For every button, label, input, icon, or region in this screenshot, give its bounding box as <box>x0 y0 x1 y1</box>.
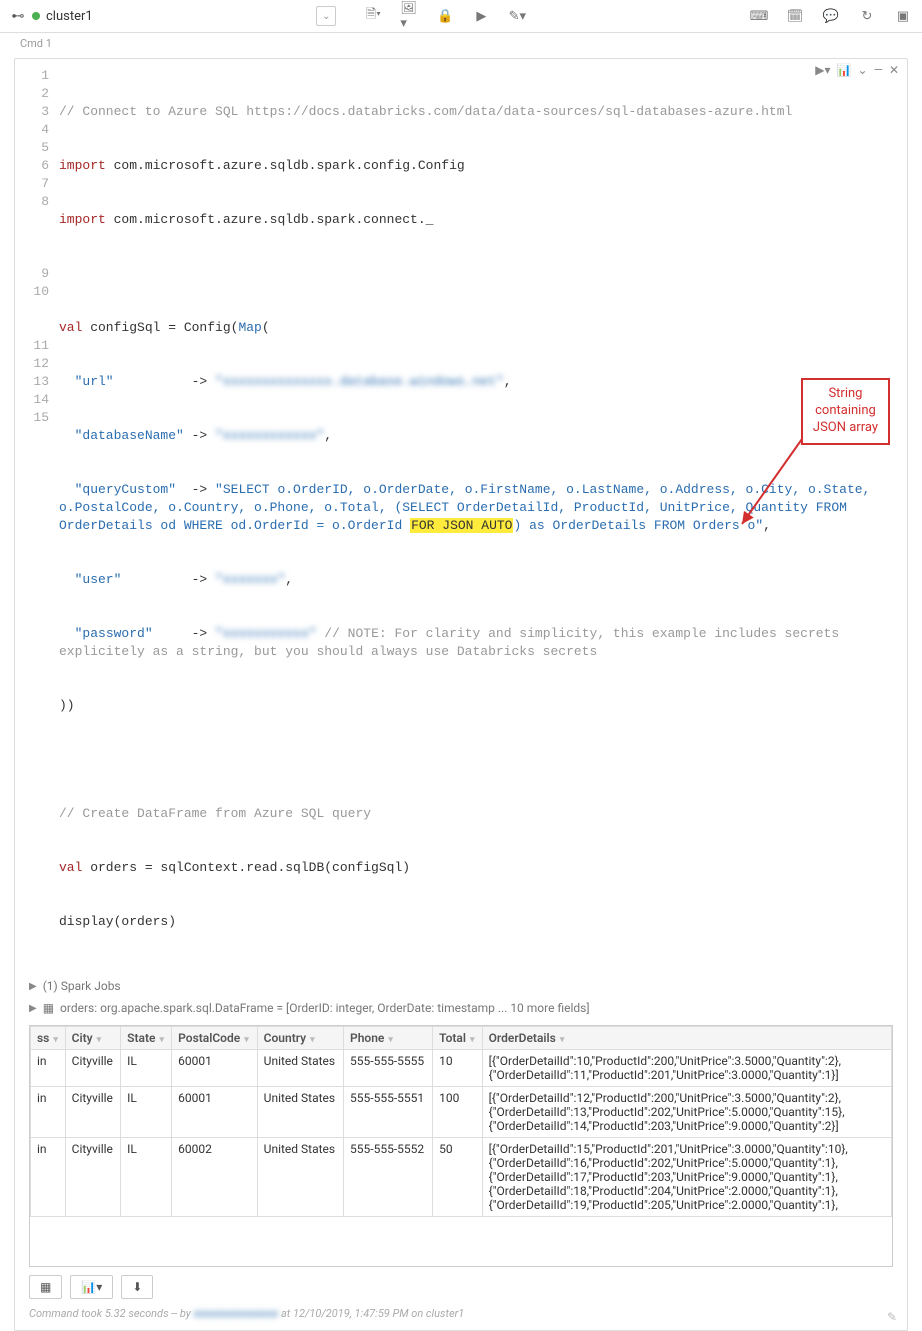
table-cell: 50 <box>433 1138 483 1217</box>
table-row: inCityvilleIL60001United States555-555-5… <box>31 1050 892 1087</box>
command-footer: Command took 5.32 seconds -- by xxxxxxxx… <box>15 1303 907 1330</box>
table-cell: Cityville <box>65 1050 121 1087</box>
code-content: // Connect to Azure SQL https://docs.dat… <box>59 67 907 967</box>
chart-icon[interactable]: 📊 <box>837 63 852 77</box>
table-cell: IL <box>121 1138 172 1217</box>
present-icon[interactable]: ▣ <box>894 7 912 25</box>
file-icon[interactable]: 🗎▾ <box>364 7 382 25</box>
table-cell: 100 <box>433 1087 483 1138</box>
spark-jobs-label: (1) Spark Jobs <box>43 979 121 993</box>
schedule-icon[interactable]: 🗓 <box>786 7 804 25</box>
expand-icon: ▶ <box>29 1003 37 1014</box>
table-icon: ▦ <box>43 1001 54 1015</box>
cluster-selector[interactable]: ⊷ cluster1 <box>10 8 93 24</box>
table-cell: [{"OrderDetailId":15,"ProductId":201,"Un… <box>482 1138 891 1217</box>
table-cell: United States <box>257 1087 343 1138</box>
column-header[interactable]: Total▾ <box>433 1027 483 1050</box>
table-cell: 555-555-5555 <box>344 1050 433 1087</box>
table-cell: IL <box>121 1050 172 1087</box>
table-cell: in <box>31 1050 66 1087</box>
column-header[interactable]: City▾ <box>65 1027 121 1050</box>
table-cell: in <box>31 1087 66 1138</box>
column-header[interactable]: OrderDetails▾ <box>482 1027 891 1050</box>
table-cell: 60001 <box>172 1050 258 1087</box>
table-cell: 555-555-5551 <box>344 1087 433 1138</box>
cluster-name: cluster1 <box>46 9 93 24</box>
table-cell: [{"OrderDetailId":12,"ProductId":200,"Un… <box>482 1087 891 1138</box>
cell-actions: ▶▾ 📊 ⌄ — ✕ <box>815 63 899 77</box>
spark-jobs-row[interactable]: ▶ (1) Spark Jobs <box>15 975 907 997</box>
table-cell: in <box>31 1138 66 1217</box>
line-gutter: 123456789101112131415 <box>15 67 59 967</box>
output-table[interactable]: ss▾City▾State▾PostalCode▾Country▾Phone▾T… <box>29 1025 893 1267</box>
schema-text: orders: org.apache.spark.sql.DataFrame =… <box>60 1001 589 1015</box>
attach-icon: ⊷ <box>10 8 26 24</box>
top-toolbar: ⊷ cluster1 ⌄ 🗎▾ 🖼▾ 🔒 ▶ ✎▾ ⌨ 🗓 💬 ↻ ▣ <box>0 0 922 33</box>
schema-row[interactable]: ▶ ▦ orders: org.apache.spark.sql.DataFra… <box>15 997 907 1019</box>
download-button[interactable]: ⬇ <box>121 1275 153 1299</box>
column-header[interactable]: PostalCode▾ <box>172 1027 258 1050</box>
history-icon[interactable]: ↻ <box>858 7 876 25</box>
image-icon[interactable]: 🖼▾ <box>400 7 418 25</box>
column-header[interactable]: Country▾ <box>257 1027 343 1050</box>
run-cell-icon[interactable]: ▶▾ <box>815 63 830 77</box>
table-cell: 60001 <box>172 1087 258 1138</box>
notebook-cell: ▶▾ 📊 ⌄ — ✕ 123456789101112131415 // Conn… <box>14 58 908 1331</box>
table-cell: [{"OrderDetailId":10,"ProductId":200,"Un… <box>482 1050 891 1087</box>
table-row: inCityvilleIL60001United States555-555-5… <box>31 1087 892 1138</box>
expand-icon: ▶ <box>29 981 37 992</box>
minimize-icon[interactable]: — <box>874 63 883 77</box>
table-cell: United States <box>257 1138 343 1217</box>
code-editor[interactable]: 123456789101112131415 // Connect to Azur… <box>15 59 907 975</box>
edit-icon[interactable]: ✎ <box>887 1310 897 1324</box>
comments-icon[interactable]: 💬 <box>822 7 840 25</box>
close-icon[interactable]: ✕ <box>889 63 899 77</box>
annotation-callout: String containing JSON array <box>801 378 890 445</box>
table-cell: Cityville <box>65 1087 121 1138</box>
cmd-label: Cmd 1 <box>0 33 922 54</box>
chart-view-button[interactable]: 📊▾ <box>70 1275 113 1299</box>
table-cell: 555-555-5552 <box>344 1138 433 1217</box>
output-actions: ▦ 📊▾ ⬇ <box>29 1275 893 1299</box>
table-row: inCityvilleIL60002United States555-555-5… <box>31 1138 892 1217</box>
keyboard-icon[interactable]: ⌨ <box>750 7 768 25</box>
status-dot-icon <box>32 12 40 20</box>
table-cell: Cityville <box>65 1138 121 1217</box>
column-header[interactable]: State▾ <box>121 1027 172 1050</box>
run-icon[interactable]: ▶ <box>472 7 490 25</box>
lock-icon[interactable]: 🔒 <box>436 7 454 25</box>
cluster-dropdown[interactable]: ⌄ <box>316 6 336 26</box>
table-view-button[interactable]: ▦ <box>29 1275 62 1299</box>
table-cell: 60002 <box>172 1138 258 1217</box>
clear-icon[interactable]: ✎▾ <box>508 7 526 25</box>
collapse-icon[interactable]: ⌄ <box>858 63 868 77</box>
column-header[interactable]: Phone▾ <box>344 1027 433 1050</box>
table-cell: 10 <box>433 1050 483 1087</box>
table-cell: United States <box>257 1050 343 1087</box>
column-header[interactable]: ss▾ <box>31 1027 66 1050</box>
table-cell: IL <box>121 1087 172 1138</box>
